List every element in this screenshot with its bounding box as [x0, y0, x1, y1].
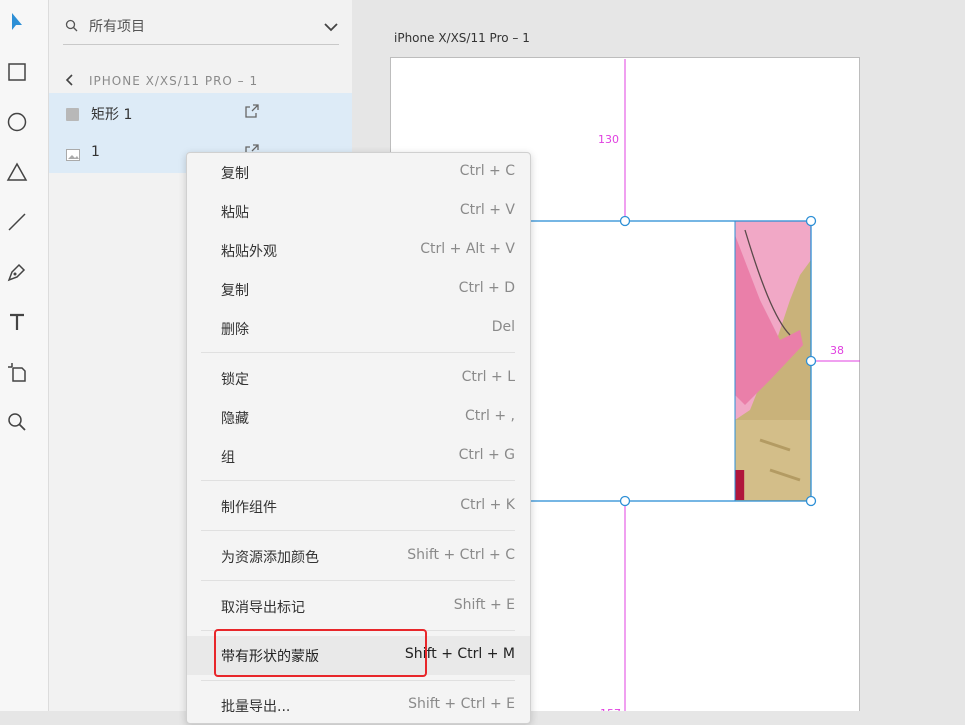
menu-divider [201, 680, 515, 681]
image-layer[interactable] [735, 221, 811, 501]
menu-item-shortcut: Ctrl + Alt + V [420, 241, 515, 257]
menu-divider [201, 530, 515, 531]
menu-item-label: 组 [221, 450, 235, 466]
menu-item-label: 复制 [221, 166, 249, 182]
menu-item-label: 删除 [221, 322, 249, 338]
highlight-annotation-box [214, 629, 427, 677]
menu-item-shortcut: Ctrl + L [461, 369, 515, 385]
resize-handle[interactable] [619, 215, 631, 227]
menu-item-shortcut: Ctrl + G [458, 447, 515, 463]
menu-item-label: 批量导出... [221, 699, 291, 715]
menu-item-shortcut: Ctrl + D [458, 280, 515, 296]
menu-item-delete[interactable]: 删除 Del [187, 309, 530, 348]
menu-item-group[interactable]: 组 Ctrl + G [187, 437, 530, 476]
menu-item-label: 取消导出标记 [221, 600, 305, 616]
menu-item-batch-export[interactable]: 批量导出... Shift + Ctrl + E [187, 686, 530, 725]
menu-item-shortcut: Ctrl + , [465, 408, 515, 424]
menu-item-shortcut: Ctrl + K [460, 497, 515, 513]
menu-item-shortcut: Shift + Ctrl + E [408, 696, 515, 712]
menu-item-label: 粘贴外观 [221, 244, 277, 260]
menu-item-label: 隐藏 [221, 411, 249, 427]
menu-item-unmark-export[interactable]: 取消导出标记 Shift + E [187, 587, 530, 626]
resize-handle[interactable] [805, 215, 817, 227]
measure-label-right: 38 [830, 344, 844, 357]
menu-item-paste-appearance[interactable]: 粘贴外观 Ctrl + Alt + V [187, 231, 530, 270]
menu-item-make-component[interactable]: 制作组件 Ctrl + K [187, 487, 530, 526]
resize-handle[interactable] [805, 495, 817, 507]
menu-item-lock[interactable]: 锁定 Ctrl + L [187, 359, 530, 398]
menu-item-shortcut: Ctrl + V [459, 202, 515, 218]
measure-label-bottom: 157 [600, 707, 621, 711]
menu-item-paste[interactable]: 粘贴 Ctrl + V [187, 192, 530, 231]
menu-item-label: 为资源添加颜色 [221, 550, 319, 566]
menu-item-label: 锁定 [221, 372, 249, 388]
menu-item-label: 粘贴 [221, 205, 249, 221]
menu-divider [201, 580, 515, 581]
measure-label-top: 130 [598, 133, 619, 146]
menu-item-shortcut: Shift + E [453, 597, 515, 613]
menu-item-shortcut: Shift + Ctrl + C [407, 547, 515, 563]
menu-item-add-color-to-assets[interactable]: 为资源添加颜色 Shift + Ctrl + C [187, 537, 530, 576]
menu-divider [201, 352, 515, 353]
menu-item-copy[interactable]: 复制 Ctrl + C [187, 153, 530, 192]
menu-item-shortcut: Del [491, 319, 515, 335]
menu-item-label: 制作组件 [221, 500, 277, 516]
resize-handle[interactable] [805, 355, 817, 367]
menu-item-duplicate[interactable]: 复制 Ctrl + D [187, 270, 530, 309]
menu-item-hide[interactable]: 隐藏 Ctrl + , [187, 398, 530, 437]
menu-item-label: 复制 [221, 283, 249, 299]
menu-item-shortcut: Ctrl + C [459, 163, 515, 179]
menu-divider [201, 480, 515, 481]
resize-handle[interactable] [619, 495, 631, 507]
